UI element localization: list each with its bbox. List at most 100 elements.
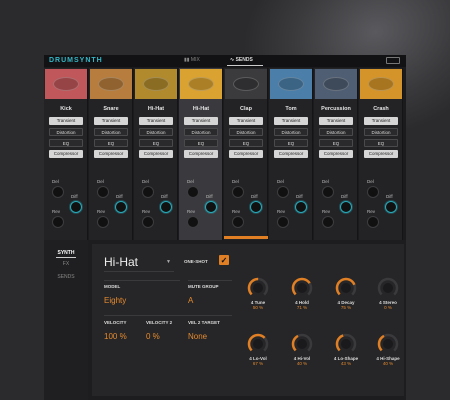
rev-knob[interactable] (97, 216, 109, 228)
distortion-button[interactable]: Distortion (274, 128, 308, 136)
rev-knob[interactable] (52, 216, 64, 228)
transient-button[interactable]: Transient (274, 117, 308, 125)
rev-knob[interactable] (232, 216, 244, 228)
velocity2-value[interactable]: 0 % (146, 332, 160, 341)
del-knob[interactable] (52, 186, 64, 198)
compressor-button[interactable]: Compressor (184, 150, 218, 158)
eq-button[interactable]: EQ (49, 139, 83, 147)
transient-button[interactable]: Transient (49, 117, 83, 125)
rev-knob[interactable] (367, 216, 379, 228)
channel-strip[interactable]: Percussion Transient Distortion EQ Compr… (314, 68, 358, 240)
diff-knob[interactable] (340, 201, 352, 213)
one-shot-checkbox[interactable]: ✓ (219, 255, 229, 265)
channel-strip[interactable]: Hi-Hat Transient Distortion EQ Compresso… (134, 68, 178, 240)
tab-sends-underline (227, 65, 263, 66)
rev-knob[interactable] (322, 216, 334, 228)
transient-button[interactable]: Transient (184, 117, 218, 125)
eq-button[interactable]: EQ (94, 139, 128, 147)
channel-thumbnail[interactable] (135, 69, 177, 99)
channel-thumbnail[interactable] (180, 69, 222, 99)
del-knob[interactable] (187, 186, 199, 198)
transient-button[interactable]: Transient (364, 117, 398, 125)
transient-button[interactable]: Transient (94, 117, 128, 125)
eq-button[interactable]: EQ (184, 139, 218, 147)
del-knob[interactable] (277, 186, 289, 198)
instrument-icon (278, 77, 304, 91)
distortion-button[interactable]: Distortion (139, 128, 173, 136)
diff-knob[interactable] (295, 201, 307, 213)
tab-fx[interactable]: FX (44, 261, 88, 267)
channel-name: Kick (60, 106, 72, 112)
diff-knob[interactable] (115, 201, 127, 213)
channel-strip[interactable]: Kick Transient Distortion EQ Compressor … (44, 68, 88, 240)
channel-strip[interactable]: Hi-Hat Transient Distortion EQ Compresso… (179, 68, 223, 240)
tab-sends[interactable]: ∿ SENDS (230, 57, 253, 63)
eq-button[interactable]: EQ (139, 139, 173, 147)
instrument-icon (53, 77, 79, 91)
channel-name: Hi-Hat (192, 106, 210, 112)
knob-value: 40 % (382, 361, 394, 366)
channel-thumbnail[interactable] (225, 69, 267, 99)
velocity-value[interactable]: 100 % (104, 332, 127, 341)
diff-knob[interactable] (385, 201, 397, 213)
compressor-button[interactable]: Compressor (229, 150, 263, 158)
del-knob[interactable] (232, 186, 244, 198)
rev-knob[interactable] (187, 216, 199, 228)
tab-synth-underline (56, 257, 76, 258)
eq-button[interactable]: EQ (364, 139, 398, 147)
channel-thumbnail[interactable] (360, 69, 402, 99)
synth-knob[interactable]: 4 Lo-Shape 43 % (332, 332, 360, 366)
distortion-button[interactable]: Distortion (229, 128, 263, 136)
vel2-target-value[interactable]: None (188, 332, 207, 341)
distortion-button[interactable]: Distortion (319, 128, 353, 136)
synth-knob[interactable]: 4 Lo-Vol 67 % (244, 332, 272, 366)
synth-knob[interactable]: 4 Tune 50 % (244, 276, 272, 310)
channel-strip[interactable]: Snare Transient Distortion EQ Compressor… (89, 68, 133, 240)
distortion-button[interactable]: Distortion (49, 128, 83, 136)
del-knob[interactable] (322, 186, 334, 198)
del-knob[interactable] (97, 186, 109, 198)
instrument-select[interactable]: Hi-Hat (104, 255, 138, 269)
transient-button[interactable]: Transient (229, 117, 263, 125)
diff-label: Diff (386, 194, 393, 199)
channel-strip[interactable]: Clap Transient Distortion EQ Compressor … (224, 68, 268, 240)
tab-editor-sends[interactable]: SENDS (44, 274, 88, 280)
tab-synth[interactable]: SYNTH (44, 250, 88, 256)
diff-knob[interactable] (160, 201, 172, 213)
diff-knob[interactable] (250, 201, 262, 213)
del-knob[interactable] (367, 186, 379, 198)
eq-button[interactable]: EQ (274, 139, 308, 147)
compressor-button[interactable]: Compressor (274, 150, 308, 158)
rev-knob[interactable] (142, 216, 154, 228)
channel-thumbnail[interactable] (270, 69, 312, 99)
transient-button[interactable]: Transient (319, 117, 353, 125)
compressor-button[interactable]: Compressor (94, 150, 128, 158)
distortion-button[interactable]: Distortion (184, 128, 218, 136)
channel-thumbnail[interactable] (90, 69, 132, 99)
compressor-button[interactable]: Compressor (319, 150, 353, 158)
mute-group-value[interactable]: A (188, 296, 193, 305)
synth-knob[interactable]: 4 Hold 71 % (288, 276, 316, 310)
tab-mix[interactable]: ▮▮ MIX (184, 57, 200, 63)
distortion-button[interactable]: Distortion (364, 128, 398, 136)
channel-strip[interactable]: Crash Transient Distortion EQ Compressor… (359, 68, 403, 240)
synth-knob[interactable]: 4 Decay 75 % (332, 276, 360, 310)
synth-knob[interactable]: 4 Stereo 0 % (374, 276, 402, 310)
compressor-button[interactable]: Compressor (364, 150, 398, 158)
rev-knob[interactable] (277, 216, 289, 228)
transient-button[interactable]: Transient (139, 117, 173, 125)
synth-knob[interactable]: 4 Hi-Vol 40 % (288, 332, 316, 366)
eq-button[interactable]: EQ (229, 139, 263, 147)
synth-knob[interactable]: 4 Hi-Shape 40 % (374, 332, 402, 366)
channel-strip[interactable]: Tom Transient Distortion EQ Compressor D… (269, 68, 313, 240)
diff-knob[interactable] (70, 201, 82, 213)
del-knob[interactable] (142, 186, 154, 198)
distortion-button[interactable]: Distortion (94, 128, 128, 136)
channel-thumbnail[interactable] (315, 69, 357, 99)
eq-button[interactable]: EQ (319, 139, 353, 147)
compressor-button[interactable]: Compressor (139, 150, 173, 158)
model-value[interactable]: Eighty (104, 296, 126, 305)
channel-thumbnail[interactable] (45, 69, 87, 99)
diff-knob[interactable] (205, 201, 217, 213)
compressor-button[interactable]: Compressor (49, 150, 83, 158)
